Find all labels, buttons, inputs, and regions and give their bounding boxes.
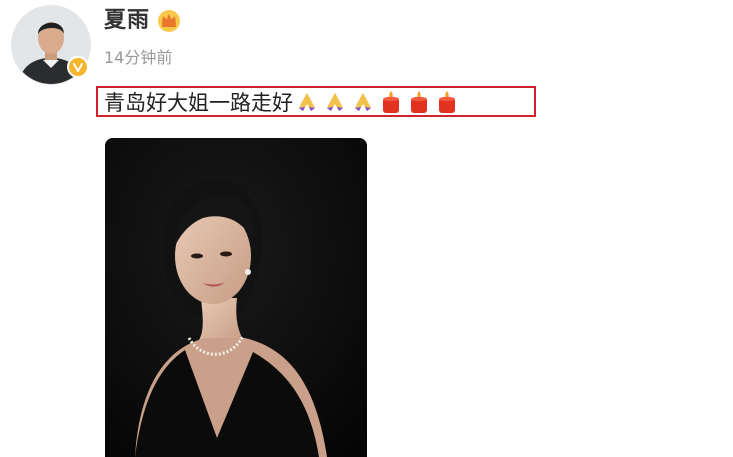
pray-icon: [327, 93, 343, 111]
emoji-row: [295, 90, 459, 114]
verified-badge-icon: [67, 56, 89, 78]
post-timestamp[interactable]: 14分钟前: [104, 47, 172, 69]
candle-icon: [439, 91, 455, 113]
pray-icon: [299, 93, 315, 111]
pray-icon: [355, 93, 371, 111]
username[interactable]: 夏雨: [104, 6, 150, 36]
post-text: 青岛好大姐一路走好: [104, 91, 293, 115]
crown-icon: [158, 10, 180, 32]
post-image[interactable]: [105, 138, 367, 457]
post-text-row: 青岛好大姐一路走好: [104, 88, 459, 116]
candle-icon: [383, 91, 399, 113]
candle-icon: [411, 91, 427, 113]
weibo-post: 夏雨 14分钟前 青岛好大姐一路走好: [0, 0, 733, 457]
